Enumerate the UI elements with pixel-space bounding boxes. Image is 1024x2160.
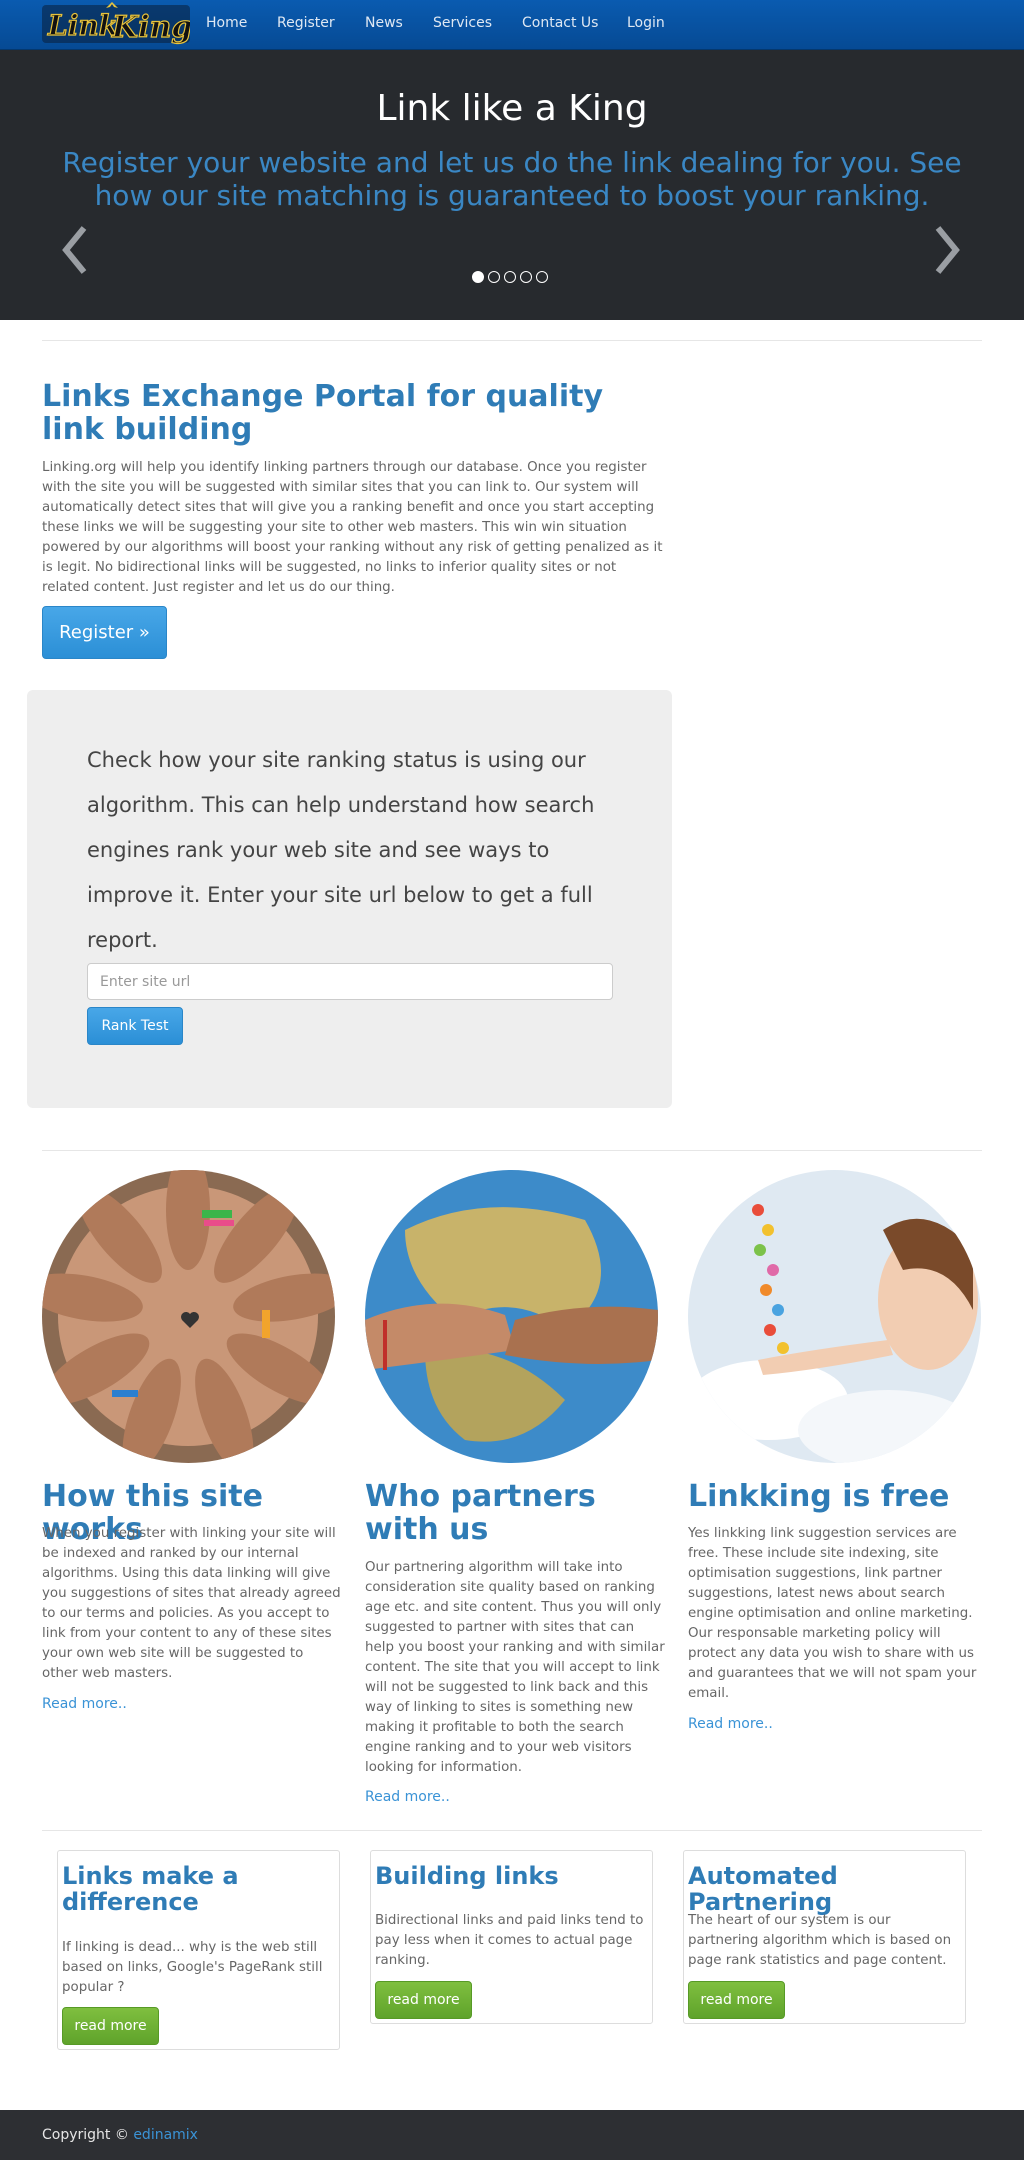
feature-title: Linkking is free [688,1479,950,1514]
card-title: Links make a difference [62,1862,239,1916]
read-more-button[interactable]: read more [62,2007,159,2045]
intro-title: Links Exchange Portal for quality link b… [42,379,604,447]
carousel-dot-1[interactable] [472,271,484,283]
carousel-indicators [472,271,562,285]
carousel-prev-icon[interactable] [56,220,96,280]
carousel-next-icon[interactable] [926,220,966,280]
rank-description: Check how your site ranking status is us… [87,748,595,952]
carousel-dot-5[interactable] [536,271,548,283]
hero-title: Link like a King [376,88,648,129]
rank-test-button[interactable]: Rank Test [87,1007,183,1045]
nav-login[interactable]: Login [627,15,665,31]
feature-text: Our partnering algorithm will take into … [365,1560,665,1775]
nav-services[interactable]: Services [433,15,492,31]
read-more-link[interactable]: Read more.. [688,1716,773,1732]
nav-contact-us[interactable]: Contact Us [522,15,598,31]
card-title: Automated Partnering [688,1862,838,1916]
top-navbar: Link King Home Register News Services Co… [0,0,1024,50]
hands-image [42,1170,335,1463]
card-title: Building links [375,1862,559,1890]
footer-copyright: Copyright © edinamix [42,2127,198,2143]
card-text: If linking is dead... why is the web sti… [62,1940,323,1995]
register-button[interactable]: Register » [42,606,167,659]
nav-register[interactable]: Register [277,15,335,31]
copyright-label: Copyright © [42,2127,129,2143]
carousel-dot-2[interactable] [488,271,500,283]
card-automated-partnering: Automated Partnering The heart of our sy… [683,1850,966,2024]
feature-text: When you register with linking your site… [42,1526,341,1681]
intro-text: Linking.org will help you identify linki… [42,460,663,595]
hero-carousel: Link like a King Register your website a… [0,50,1024,320]
feature-text: Yes linkking link suggestion services ar… [688,1526,977,1701]
card-text: Bidirectional links and paid links tend … [375,1913,644,1968]
feature-title: Who partners with us [365,1479,596,1547]
hero-subtitle: Register your website and let us do the … [62,146,962,212]
site-logo[interactable]: Link King [42,2,193,46]
footer: Copyright © edinamix [0,2110,1024,2160]
girl-candy-image [688,1170,981,1463]
read-more-button[interactable]: read more [375,1981,472,2019]
nav-news[interactable]: News [365,15,403,31]
author-link[interactable]: edinamix [133,2127,198,2143]
divider [42,1830,982,1831]
site-url-input[interactable] [87,963,613,1000]
read-more-link[interactable]: Read more.. [42,1696,127,1712]
card-links-difference: Links make a difference If linking is de… [57,1850,340,2050]
card-text: The heart of our system is our partnerin… [688,1913,952,1968]
carousel-dot-4[interactable] [520,271,532,283]
carousel-dot-3[interactable] [504,271,516,283]
read-more-button[interactable]: read more [688,1981,785,2019]
logo-text-link: Link [47,9,118,42]
divider [42,340,982,341]
divider [42,1150,982,1151]
logo-text-king: King [111,10,190,45]
nav-home[interactable]: Home [206,15,247,31]
rank-check-panel: Check how your site ranking status is us… [27,690,672,1108]
handshake-image [365,1170,658,1463]
read-more-link[interactable]: Read more.. [365,1789,450,1805]
card-building-links: Building links Bidirectional links and p… [370,1850,653,2024]
